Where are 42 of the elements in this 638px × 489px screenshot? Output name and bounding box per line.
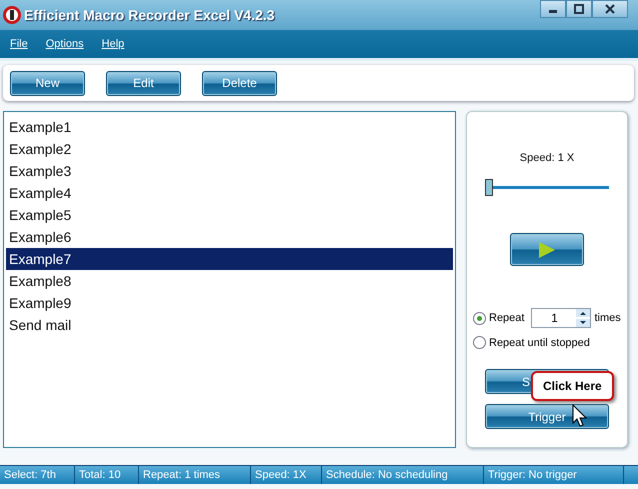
toolbar-button[interactable]: Delete <box>202 70 277 96</box>
repeat-label: Repeat <box>489 312 524 324</box>
close-icon <box>604 4 616 14</box>
close-button[interactable] <box>592 0 628 18</box>
repeat-until-label: Repeat until stopped <box>489 336 590 348</box>
macro-list-item[interactable]: Send mail <box>6 314 453 336</box>
window-title: Efficient Macro Recorder Excel V4.2.3 <box>24 7 275 23</box>
macro-list-item[interactable]: Example7 <box>6 248 453 270</box>
menu-item[interactable]: Options <box>46 38 84 50</box>
menu-item[interactable]: File <box>10 38 28 50</box>
macro-list-item[interactable]: Example9 <box>6 292 453 314</box>
status-field: Speed: 1X <box>251 466 322 484</box>
repeat-radio[interactable] <box>473 312 486 324</box>
macro-list-item[interactable]: Example6 <box>6 226 453 248</box>
macro-list-item[interactable]: Example5 <box>6 204 453 226</box>
status-field: Repeat: 1 times <box>139 466 251 484</box>
status-field: Schedule: No scheduling <box>322 466 484 484</box>
times-label: times <box>594 312 621 324</box>
minimize-button[interactable] <box>540 0 566 18</box>
status-field: Trigger: No trigger <box>484 466 624 484</box>
mouse-cursor-icon <box>572 404 588 428</box>
maximize-icon <box>573 4 585 14</box>
macro-list-item[interactable]: Example2 <box>6 138 453 160</box>
macro-list-item[interactable]: Example8 <box>6 270 453 292</box>
play-button[interactable] <box>510 233 584 266</box>
panel-button[interactable]: Trigger <box>485 404 609 429</box>
repeat-count-spinner[interactable]: 1 <box>531 308 592 328</box>
menu-item[interactable]: Help <box>102 38 124 50</box>
maximize-button[interactable] <box>566 0 592 18</box>
status-field: Total: 10 <box>75 466 139 484</box>
spin-arrows-icon <box>576 309 590 327</box>
speed-label: Speed: 1 X <box>520 152 574 164</box>
macro-list-item[interactable]: Example1 <box>6 116 453 138</box>
toolbar-button[interactable]: New <box>10 70 85 96</box>
macro-list-item[interactable]: Example4 <box>6 182 453 204</box>
slider-thumb[interactable] <box>485 179 493 196</box>
click-here-tooltip: Click Here <box>531 371 614 401</box>
play-icon <box>537 240 557 258</box>
app-logo-icon <box>2 5 22 25</box>
status-field: Select: 7th <box>0 466 75 484</box>
macro-list-item[interactable]: Example3 <box>6 160 453 182</box>
repeat-until-radio[interactable] <box>473 336 486 349</box>
